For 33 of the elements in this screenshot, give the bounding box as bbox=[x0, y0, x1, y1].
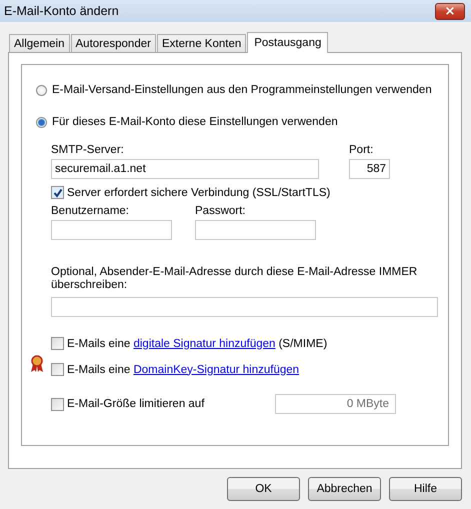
tab[interactable]: Externe Konten bbox=[156, 34, 246, 52]
sender-address-field[interactable] bbox=[51, 297, 438, 317]
radio-button[interactable] bbox=[36, 116, 47, 128]
smtp-server-field[interactable]: securemail.a1.net bbox=[51, 159, 319, 179]
window-title: E-Mail-Konto ändern bbox=[4, 4, 119, 18]
tab[interactable]: Postausgang bbox=[247, 32, 328, 53]
radio-label: E-Mail-Versand-Einstellungen aus den Programmeinstellungen verwenden bbox=[52, 84, 432, 96]
tab[interactable]: Allgemein bbox=[9, 34, 70, 52]
checkbox-label: Server erfordert sichere Verbindung (SSL/StartTLS) bbox=[67, 186, 330, 198]
tab[interactable]: Autoresponder bbox=[70, 34, 156, 52]
port-field[interactable]: 587 bbox=[349, 159, 390, 179]
signature-link[interactable]: DomainKey-Signatur hinzufügen bbox=[133, 364, 300, 376]
field-label: Passwort: bbox=[195, 205, 246, 217]
radio-button[interactable] bbox=[36, 84, 47, 96]
field-label: Port: bbox=[349, 144, 374, 156]
signature-link[interactable]: digitale Signatur hinzufügen bbox=[133, 338, 276, 350]
award-ribbon-icon bbox=[30, 355, 44, 373]
password-field[interactable] bbox=[195, 220, 316, 240]
field-label: Optional, Absender-E-Mail-Adresse durch diese E-Mail-Adresse IMMER überschreiben: bbox=[51, 266, 418, 292]
dialog-button[interactable]: Hilfe bbox=[389, 477, 462, 501]
dialog-button[interactable]: Abbrechen bbox=[308, 477, 381, 501]
close-button[interactable]: × bbox=[435, 2, 465, 20]
radio-label: Für dieses E-Mail-Konto diese Einstellungen verwenden bbox=[52, 116, 338, 128]
checkbox[interactable] bbox=[51, 186, 64, 199]
field-label: SMTP-Server: bbox=[51, 144, 125, 156]
field-label: Benutzername: bbox=[51, 205, 130, 217]
dialog-button[interactable]: OK bbox=[227, 477, 300, 501]
checkbox[interactable] bbox=[51, 363, 64, 376]
username-field[interactable] bbox=[51, 220, 172, 240]
checkbox-label: E-Mail-Größe limitieren auf bbox=[67, 398, 206, 410]
checkbox-label: E-Mails eine DomainKey-Signatur hinzufügen bbox=[67, 364, 300, 376]
checkbox[interactable] bbox=[51, 337, 64, 350]
checkbox-label: E-Mails eine digitale Signatur hinzufügen (S/MIME) bbox=[67, 338, 328, 350]
